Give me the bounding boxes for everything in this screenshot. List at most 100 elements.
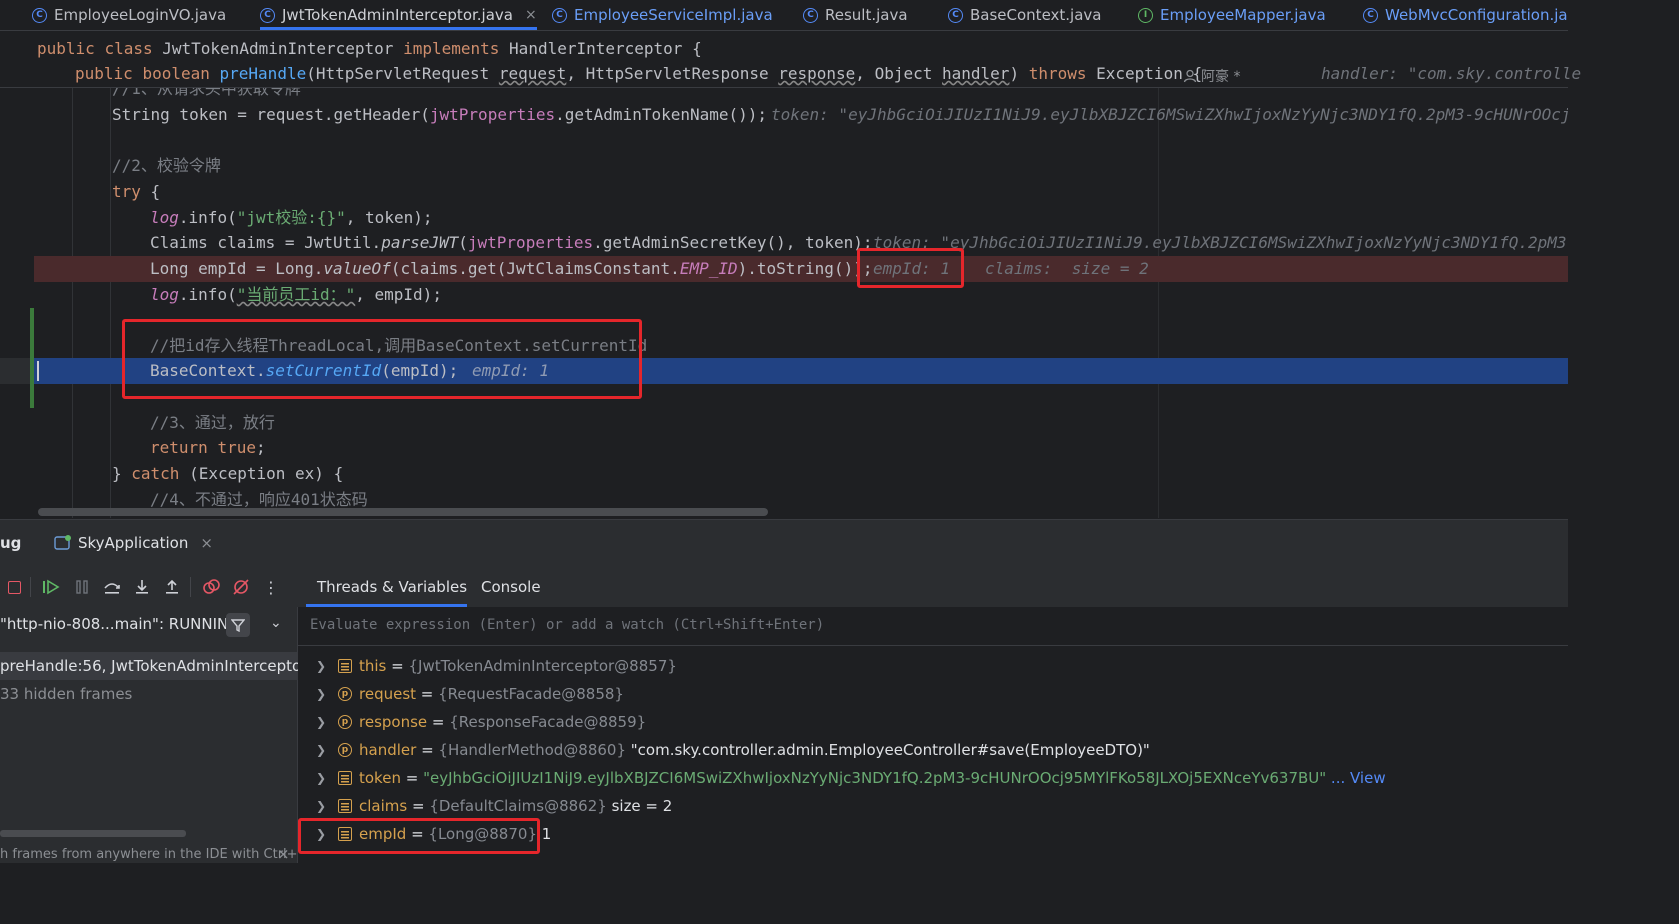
constant-ref: EMP_ID: [679, 259, 738, 278]
tab-base-context[interactable]: C BaseContext.java: [948, 0, 1101, 30]
tab-label: JwtTokenAdminInterceptor.java: [282, 6, 513, 24]
run-config-label: SkyApplication: [78, 534, 189, 552]
keyword: true: [217, 438, 256, 457]
watch-expression-input[interactable]: Evaluate expression (Enter) or add a wat…: [310, 617, 824, 633]
toolbar-divider: [30, 577, 31, 597]
variable-text: claims = {DefaultClaims@8862} size = 2: [359, 792, 672, 820]
frames-pane: "http-nio-808...main": RUNNING ⌄ preHand…: [0, 607, 318, 863]
code-line: Claims claims = JwtUtil.parseJWT(jwtProp…: [150, 230, 872, 256]
variable-text: handler = {HandlerMethod@8860} "com.sky.…: [359, 736, 1150, 764]
code-line: log.info("当前员工id：", empId);: [150, 282, 442, 308]
class-icon: C: [552, 7, 567, 23]
code-text: .getAdminTokenName());: [555, 105, 768, 124]
run-config-tab[interactable]: SkyApplication ×: [54, 534, 213, 552]
code-text: (Exception ex) {: [179, 464, 344, 483]
method-declaration-line: public boolean preHandle(HttpServletRequ…: [75, 61, 1202, 87]
variable-name: response: [359, 713, 428, 731]
watch-expression-bar[interactable]: Evaluate expression (Enter) or add a wat…: [298, 607, 1568, 646]
object-ref: {DefaultClaims@8862}: [429, 797, 607, 815]
object-ref: {HandlerMethod@8860}: [438, 741, 626, 759]
step-into-icon[interactable]: [132, 577, 152, 597]
tab-label: EmployeeLoginVO.java: [54, 6, 227, 24]
class-name: JwtTokenAdminInterceptor: [162, 39, 394, 58]
tab-console[interactable]: Console: [481, 578, 541, 596]
field-icon: [338, 771, 352, 785]
step-out-icon[interactable]: [162, 577, 182, 597]
tab-jwt-token-admin-interceptor[interactable]: C JwtTokenAdminInterceptor.java ×: [260, 0, 537, 30]
step-over-icon[interactable]: [102, 577, 122, 597]
editor-horizontal-scrollbar[interactable]: [38, 508, 768, 516]
variable-text: request = {RequestFacade@8858}: [359, 680, 624, 708]
tab-threads-variables[interactable]: Threads & Variables: [317, 578, 467, 596]
variable-name: token: [359, 769, 401, 787]
chevron-right-icon[interactable]: ❯: [316, 792, 326, 820]
chevron-right-icon[interactable]: ❯: [316, 764, 326, 792]
thread-selector[interactable]: "http-nio-808...main": RUNNING: [0, 615, 240, 633]
class-icon: C: [948, 7, 963, 23]
chevron-right-icon[interactable]: ❯: [316, 652, 326, 680]
mute-breakpoints-icon[interactable]: [231, 577, 251, 597]
chevron-right-icon[interactable]: ❯: [316, 708, 326, 736]
tab-web-mvc-configuration[interactable]: C WebMvcConfiguration.java: [1363, 0, 1568, 30]
annotation-highlight-box: [122, 319, 642, 399]
author-name: 阿豪 *: [1201, 69, 1241, 85]
code-line: } catch (Exception ex) {: [112, 461, 343, 487]
keyword: try: [112, 182, 141, 201]
tab-employee-service-impl[interactable]: C EmployeeServiceImpl.java: [552, 0, 773, 30]
variable-value: size = 2: [606, 797, 673, 815]
chevron-right-icon[interactable]: ❯: [316, 680, 326, 708]
equals-sign: =: [400, 769, 424, 787]
code-text: Long empId = Long.: [150, 259, 324, 278]
spring-app-icon: [54, 535, 71, 550]
tab-result[interactable]: C Result.java: [803, 0, 908, 30]
class-declaration-line: public class JwtTokenAdminInterceptor im…: [37, 36, 702, 62]
chevron-right-icon[interactable]: ❯: [316, 736, 326, 764]
equals-sign: =: [416, 741, 439, 759]
vcs-change-marker: [30, 308, 34, 408]
code-text: , token);: [345, 208, 433, 227]
param-name: response: [778, 64, 856, 83]
object-ref: {JwtTokenAdminInterceptor@8857}: [408, 657, 677, 675]
variable-name: handler: [359, 741, 417, 759]
tab-label: WebMvcConfiguration.java: [1385, 6, 1568, 24]
close-tab-icon[interactable]: ×: [525, 7, 537, 23]
debug-toolbar: ⋮ Threads & Variables Console: [0, 567, 1568, 608]
filter-icon[interactable]: [226, 613, 250, 637]
view-link[interactable]: ... View: [1326, 769, 1386, 787]
parameter-icon: p: [338, 687, 352, 701]
equals-sign: =: [386, 657, 409, 675]
field-ref: jwtProperties: [467, 233, 594, 252]
hidden-frames-label[interactable]: 33 hidden frames: [0, 685, 132, 703]
tab-label: Result.java: [825, 6, 908, 24]
view-breakpoints-icon[interactable]: [201, 577, 221, 597]
stop-icon[interactable]: [4, 577, 24, 597]
more-options-icon[interactable]: ⋮: [261, 577, 281, 597]
chevron-down-icon[interactable]: ⌄: [270, 615, 282, 631]
string-literal: "jwt校验:{}": [236, 208, 346, 227]
selected-frame-row[interactable]: preHandle:56, JwtTokenAdminInterceptor (: [0, 652, 318, 680]
close-tab-icon[interactable]: ×: [200, 534, 213, 552]
author-annotation[interactable]: 阿豪 *: [1183, 66, 1240, 86]
code-comment: //1、从请求头中获取令牌: [112, 88, 301, 98]
tab-label: BaseContext.java: [970, 6, 1102, 24]
code-text: (claims.get(JwtClaimsConstant.: [390, 259, 680, 278]
tab-employee-login-vo[interactable]: C EmployeeLoginVO.java: [32, 0, 226, 30]
object-ref: {RequestFacade@8858}: [438, 685, 624, 703]
field-icon: [338, 799, 352, 813]
code-text: Claims claims = JwtUtil.: [150, 233, 382, 252]
variable-name: request: [359, 685, 417, 703]
resume-icon[interactable]: [41, 577, 61, 597]
code-line: String token = request.getHeader(jwtProp…: [112, 102, 767, 128]
frames-horizontal-scrollbar[interactable]: [0, 830, 186, 837]
tab-employee-mapper[interactable]: I EmployeeMapper.java: [1138, 0, 1326, 30]
static-method: parseJWT: [381, 233, 459, 252]
variable-text: this = {JwtTokenAdminInterceptor@8857}: [359, 652, 677, 680]
close-hint-icon[interactable]: ×: [277, 845, 290, 863]
toolbar-divider: [190, 577, 191, 597]
code-editor[interactable]: //1、从请求头中获取令牌 String token = request.get…: [0, 88, 1568, 518]
string-literal: "当前员工id：": [236, 285, 356, 304]
method-name: preHandle: [219, 64, 307, 83]
indent-guide: [110, 88, 111, 518]
pause-icon[interactable]: [72, 577, 92, 597]
frames-hint-text: h frames from anywhere in the IDE with C…: [0, 847, 310, 862]
